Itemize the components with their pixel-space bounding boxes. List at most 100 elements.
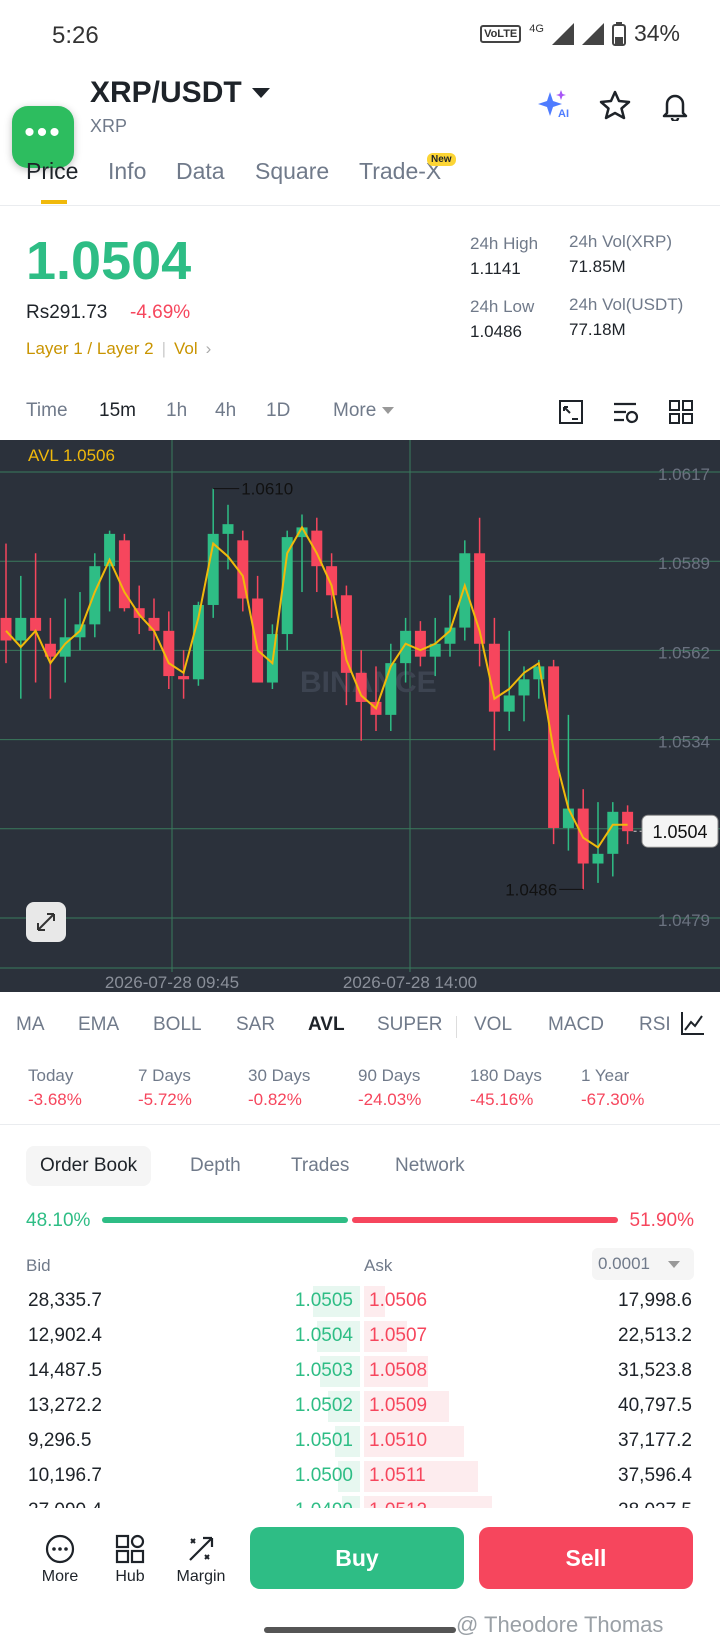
indicator-settings-icon[interactable]: [612, 400, 640, 431]
indicator-vol[interactable]: VOL: [474, 1014, 512, 1036]
indicator-macd[interactable]: MACD: [548, 1014, 604, 1036]
tick-size-value: 0.0001: [598, 1254, 650, 1273]
order-book-row[interactable]: 9,296.5 1.0501 1.0510 37,177.2: [0, 1424, 720, 1459]
fullscreen-expand-icon[interactable]: [26, 902, 66, 942]
tab-trades[interactable]: Trades: [277, 1146, 363, 1186]
grid-layout-icon[interactable]: [668, 399, 694, 430]
perf-value: -0.82%: [248, 1090, 302, 1109]
hub-icon: [98, 1530, 162, 1568]
perf-today: Today -3.68%: [28, 1066, 82, 1110]
tab-square[interactable]: Square: [255, 158, 329, 185]
tag-layer[interactable]: Layer 1 / Layer 2: [26, 339, 154, 359]
y-tick-label: 1.0479: [658, 911, 710, 930]
order-book-row[interactable]: 28,335.7 1.0505 1.0506 17,998.6: [0, 1284, 720, 1319]
timeframe-time[interactable]: Time: [26, 400, 68, 422]
perf-label: 30 Days: [248, 1066, 311, 1085]
perf-label: Today: [28, 1066, 74, 1085]
candle-body: [252, 598, 264, 683]
indicator-divider: [456, 1016, 457, 1038]
indicator-ema[interactable]: EMA: [78, 1014, 119, 1036]
timeframe-1h[interactable]: 1h: [166, 400, 187, 422]
order-book-row[interactable]: 27,090.4 1.0499 1.0512 28,027.5: [0, 1494, 720, 1508]
bid-quantity: 27,090.4: [28, 1500, 102, 1508]
ask-price: 1.0511: [369, 1465, 426, 1486]
signal-icon: [551, 22, 574, 45]
tick-size-select[interactable]: 0.0001: [592, 1248, 694, 1280]
ask-quantity: 37,596.4: [618, 1465, 692, 1486]
caret-down-icon: [381, 407, 394, 415]
sell-button[interactable]: Sell: [479, 1527, 693, 1589]
timeframe-4h[interactable]: 4h: [215, 400, 236, 422]
perf-1y: 1 Year -67.30%: [581, 1066, 644, 1110]
candle-body: [607, 811, 619, 854]
order-book-row[interactable]: 10,196.7 1.0500 1.0511 37,596.4: [0, 1459, 720, 1494]
indicator-rsi[interactable]: RSI: [639, 1014, 669, 1036]
timeframe-more[interactable]: More: [333, 400, 394, 422]
nav-hub[interactable]: Hub: [98, 1530, 162, 1586]
ask-price: 1.0508: [369, 1360, 428, 1381]
candle-body: [326, 566, 338, 596]
indicator-super[interactable]: SUPER: [377, 1014, 442, 1036]
tab-price[interactable]: Price: [26, 158, 78, 185]
exchange-watermark: BINANCE: [300, 666, 437, 699]
perf-value: -3.68%: [28, 1090, 82, 1109]
category-tags[interactable]: Layer 1 / Layer 2 | Vol ›: [26, 339, 211, 359]
status-bar: 5:26 VoLTE 4G 34%: [0, 0, 720, 72]
bell-icon[interactable]: [656, 86, 694, 124]
tab-depth[interactable]: Depth: [176, 1146, 255, 1186]
chevron-down-icon: [251, 88, 270, 98]
indicator-sar[interactable]: SAR: [236, 1014, 275, 1036]
home-indicator[interactable]: [264, 1627, 456, 1633]
bid-quantity: 28,335.7: [28, 1290, 102, 1311]
nav-margin-label: Margin: [176, 1568, 226, 1585]
low-value: 1.0486: [470, 322, 522, 341]
perf-30d: 30 Days -0.82%: [248, 1066, 310, 1110]
pair-selector[interactable]: XRP/USDT: [90, 76, 270, 110]
section-divider: [0, 1124, 720, 1125]
tab-network[interactable]: Network: [381, 1146, 479, 1186]
price-chart[interactable]: 1.06171.05891.05621.05341.05071.0479BINA…: [0, 440, 720, 992]
indicator-chart-icon[interactable]: [670, 1006, 720, 1046]
active-tab-indicator: [41, 200, 67, 204]
indicator-avl[interactable]: AVL: [308, 1014, 345, 1036]
caret-down-icon: [668, 1261, 680, 1268]
perf-value: -5.72%: [138, 1090, 192, 1109]
ask-price: 1.0510: [369, 1430, 428, 1451]
new-badge: New: [427, 153, 456, 166]
indicator-boll[interactable]: BOLL: [153, 1014, 202, 1036]
nav-margin[interactable]: Margin: [169, 1530, 233, 1586]
timeframe-15m[interactable]: 15m: [99, 400, 136, 422]
tab-data[interactable]: Data: [176, 158, 225, 185]
tag-vol[interactable]: Vol: [174, 339, 198, 359]
bid-quantity: 9,296.5: [28, 1430, 92, 1451]
candle-body: [400, 630, 412, 664]
indicator-ma[interactable]: MA: [16, 1014, 45, 1036]
fiat-price: Rs291.73: [26, 302, 108, 323]
tab-order-book[interactable]: Order Book: [26, 1146, 152, 1186]
buy-button[interactable]: Buy: [250, 1527, 464, 1589]
nav-hub-label: Hub: [115, 1568, 145, 1585]
ask-price: 1.0509: [369, 1395, 428, 1416]
candle-body: [15, 617, 27, 641]
ask-ratio: 51.90%: [629, 1210, 694, 1231]
order-book-row[interactable]: 12,902.4 1.0504 1.0507 22,513.2: [0, 1319, 720, 1354]
nav-more[interactable]: More: [28, 1530, 92, 1586]
order-book-row[interactable]: 13,272.2 1.0502 1.0509 40,797.5: [0, 1389, 720, 1424]
ai-sparkle-icon[interactable]: AI: [534, 86, 572, 124]
favorite-star-icon[interactable]: [596, 86, 634, 124]
bid-price: 1.0499: [295, 1500, 353, 1508]
bid-column-header: Bid: [26, 1256, 51, 1275]
order-book-row[interactable]: 14,487.5 1.0503 1.0508 31,523.8: [0, 1354, 720, 1389]
bid-price: 1.0505: [294, 1290, 353, 1311]
ask-quantity: 22,513.2: [618, 1325, 692, 1346]
tab-info[interactable]: Info: [108, 158, 146, 185]
perf-value: -45.16%: [470, 1090, 534, 1109]
timeframe-1d[interactable]: 1D: [266, 400, 290, 422]
candle-body: [503, 695, 515, 712]
candle-body: [148, 617, 160, 631]
chart-settings-icon[interactable]: [558, 399, 584, 430]
perf-7d: 7 Days -5.72%: [138, 1066, 192, 1110]
tag-separator: |: [161, 339, 166, 358]
ask-quantity: 28,027.5: [618, 1500, 692, 1508]
candlestick-chart[interactable]: 1.06171.05891.05621.05341.05071.0479BINA…: [0, 440, 720, 992]
